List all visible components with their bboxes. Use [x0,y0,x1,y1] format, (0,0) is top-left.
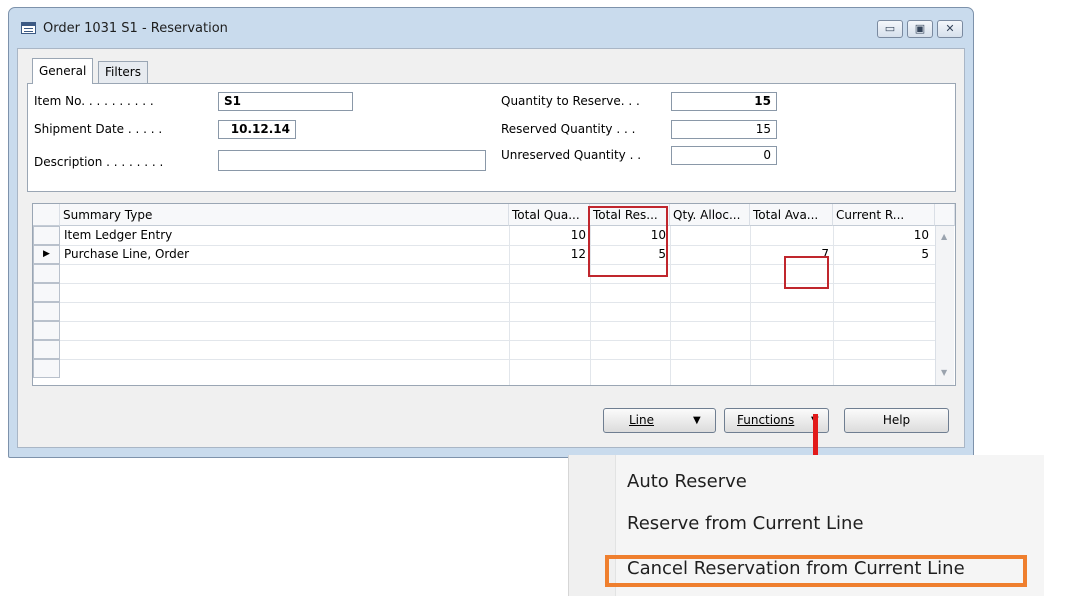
general-tab-panel: Item No. . . . . . . . . . S1 Shipment D… [27,83,956,192]
close-button[interactable]: ✕ [937,20,963,38]
table-row-qty-allocated[interactable] [670,245,750,264]
tab-filters[interactable]: Filters [98,61,148,84]
row-divider [60,359,935,360]
total-available-highlight [784,256,829,289]
shipment-date-label: Shipment Date . . . . . [34,122,163,136]
current-row-marker-icon[interactable]: ▶ [33,245,60,264]
restore-button[interactable]: ▣ [907,20,933,38]
row-divider [60,302,935,303]
reserved-qty-field[interactable]: 15 [671,120,777,139]
table-row-total-quantity[interactable]: 10 [509,226,590,245]
minimize-button[interactable]: ▭ [877,20,903,38]
table-row-total-quantity[interactable]: 12 [509,245,590,264]
row-selector[interactable] [33,340,60,359]
table-row-summary-type[interactable]: Item Ledger Entry [60,226,509,245]
summary-grid: Summary Type Total Qua... Total Res... Q… [32,203,956,386]
table-row-total-available[interactable] [750,226,833,245]
window-form-icon [21,22,36,34]
row-selector[interactable] [33,264,60,283]
column-header-summary-type[interactable]: Summary Type [60,204,509,226]
column-header-total-available[interactable]: Total Ava... [750,204,833,226]
row-selector[interactable] [33,302,60,321]
description-field[interactable] [218,150,486,171]
window-title: Order 1031 S1 - Reservation [43,21,228,36]
item-no-label: Item No. . . . . . . . . . [34,94,154,108]
table-row-summary-type[interactable]: Purchase Line, Order [60,245,509,264]
grid-corner [33,204,60,226]
column-header-total-quantity[interactable]: Total Qua... [509,204,590,226]
menu-item-auto-reserve[interactable]: Auto Reserve [627,471,747,492]
unreserved-qty-label: Unreserved Quantity . . [501,148,642,162]
total-reserved-highlight [588,206,668,277]
line-button[interactable]: Line ▼ [603,408,716,433]
scroll-up-icon[interactable]: ▲ [941,232,947,241]
qty-to-reserve-field[interactable]: 15 [671,92,777,111]
table-row-current-reserved[interactable]: 5 [833,245,935,264]
row-selector[interactable] [33,226,60,245]
title-bar[interactable]: Order 1031 S1 - Reservation ▭ ▣ ✕ [9,8,973,48]
window-client-area: General Filters Item No. . . . . . . . .… [17,48,965,448]
grid-header-spacer [935,204,955,226]
tab-general[interactable]: General [32,58,94,84]
reservation-window: Order 1031 S1 - Reservation ▭ ▣ ✕ Genera… [8,7,974,458]
item-no-field[interactable]: S1 [218,92,353,111]
qty-to-reserve-label: Quantity to Reserve. . . [501,94,640,108]
unreserved-qty-field[interactable]: 0 [671,146,777,165]
functions-button-label: Functions [737,413,795,427]
vertical-scrollbar[interactable]: ▲ ▼ [935,226,954,385]
shipment-date-field[interactable]: 10.12.14 [218,120,296,139]
functions-menu: Auto Reserve Reserve from Current Line C… [568,455,1044,596]
table-row-qty-allocated[interactable] [670,226,750,245]
row-selector[interactable] [33,321,60,340]
scroll-down-icon[interactable]: ▼ [941,368,947,377]
column-header-qty-allocated[interactable]: Qty. Alloc... [670,204,750,226]
column-header-current-reserved[interactable]: Current R... [833,204,935,226]
row-divider [60,321,935,322]
line-button-label: Line [629,413,655,427]
help-button[interactable]: Help [844,408,949,433]
reserved-qty-label: Reserved Quantity . . . [501,122,636,136]
cancel-reservation-highlight [605,555,1027,587]
menu-item-reserve-from-current-line[interactable]: Reserve from Current Line [627,513,864,534]
row-selector[interactable] [33,283,60,302]
description-label: Description . . . . . . . . [34,155,164,169]
row-selector[interactable] [33,359,60,378]
chevron-down-icon: ▼ [693,415,701,426]
table-row-current-reserved[interactable]: 10 [833,226,935,245]
row-divider [60,340,935,341]
